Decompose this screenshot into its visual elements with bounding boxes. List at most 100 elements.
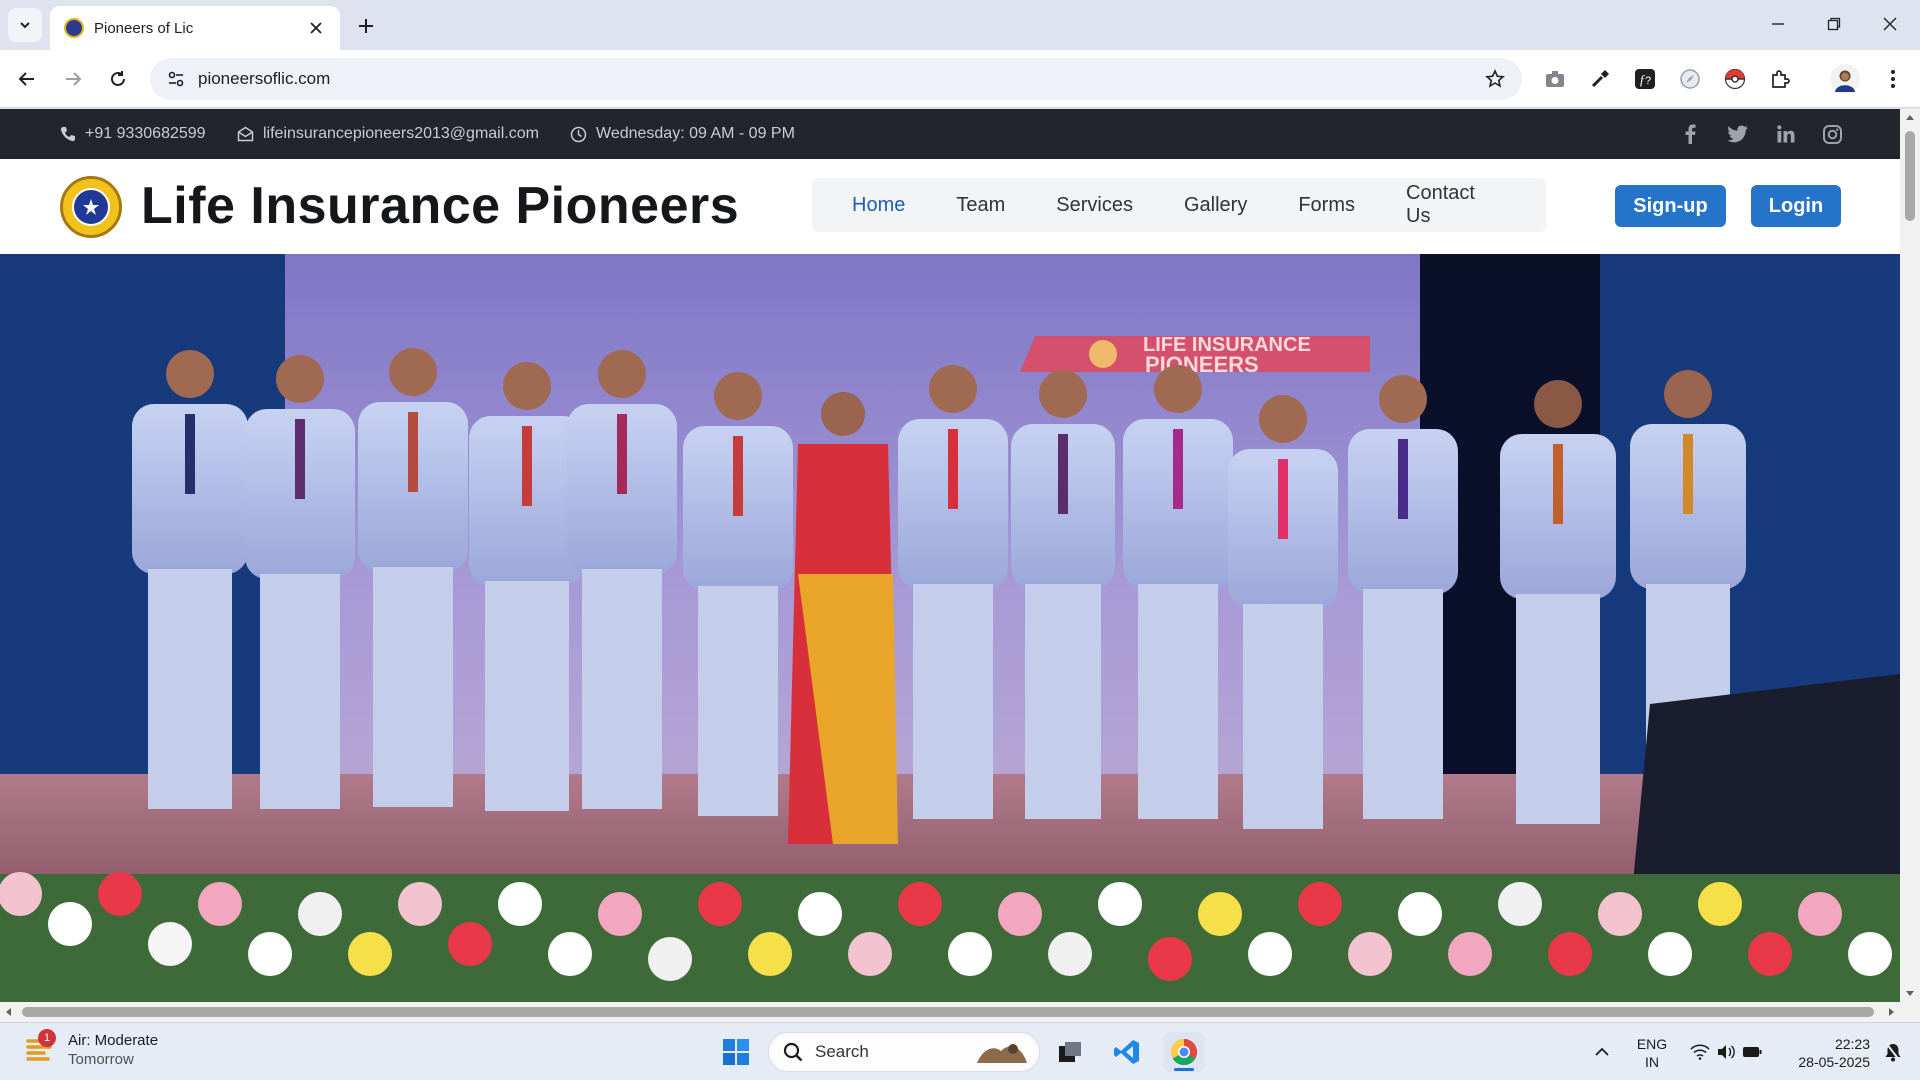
close-icon: [1883, 17, 1897, 31]
scroll-left-icon[interactable]: [4, 1007, 12, 1017]
site-info-icon[interactable]: [164, 67, 188, 91]
minimize-button[interactable]: [1754, 6, 1802, 42]
scroll-down-icon[interactable]: [1905, 990, 1915, 998]
battery-icon: [1743, 1047, 1762, 1057]
vertical-scroll-thumb[interactable]: [1905, 131, 1915, 221]
phone-contact[interactable]: +91 9330682599: [60, 109, 206, 159]
weather-subtitle: Tomorrow: [68, 1051, 134, 1068]
more-menu-icon[interactable]: [1878, 64, 1908, 94]
facebook-icon[interactable]: [1677, 121, 1703, 147]
chevron-up-icon: [1595, 1047, 1609, 1056]
flower-decoration: [0, 872, 1900, 1002]
volume-icon: [1718, 1045, 1735, 1059]
envelope-open-icon: [237, 126, 254, 142]
site-title[interactable]: Life Insurance Pioneers: [141, 176, 739, 236]
scroll-right-icon[interactable]: [1888, 1007, 1896, 1017]
signup-button[interactable]: Sign-up: [1615, 185, 1726, 227]
tab-title: Pioneers of Lic: [94, 19, 194, 37]
arrow-left-icon: [18, 72, 34, 86]
active-app-indicator: [1174, 1068, 1194, 1071]
close-window-button[interactable]: [1866, 6, 1914, 42]
eyedropper-extension-icon[interactable]: [1585, 64, 1615, 94]
menu-item-team[interactable]: Team: [956, 194, 1005, 217]
air-quality-icon: 1: [24, 1029, 58, 1067]
new-tab-button[interactable]: [352, 12, 380, 40]
login-button[interactable]: Login: [1751, 185, 1841, 227]
compass-extension-icon[interactable]: [1675, 64, 1705, 94]
browser-tab-active[interactable]: Pioneers of Lic: [50, 6, 340, 50]
page-viewport: +91 9330682599 lifeinsurancepioneers2013…: [0, 109, 1900, 1002]
pokeball-extension-icon[interactable]: [1720, 64, 1750, 94]
weather-widget[interactable]: 1 Air: Moderate Tomorrow: [24, 1029, 159, 1069]
forward-button[interactable]: [56, 62, 90, 96]
taskbar-search[interactable]: Search: [768, 1032, 1040, 1072]
weather-badge: 1: [38, 1029, 56, 1047]
horizontal-scrollbar[interactable]: [0, 1002, 1920, 1022]
hours-info: Wednesday: 09 AM - 09 PM: [570, 109, 795, 159]
site-favicon-icon: [64, 18, 84, 38]
weather-title: Air: Moderate: [68, 1032, 159, 1049]
logo-emblem-icon: [72, 188, 110, 226]
start-button[interactable]: [716, 1032, 756, 1072]
chrome-icon: [1170, 1038, 1198, 1066]
email-contact[interactable]: lifeinsurancepioneers2013@gmail.com: [237, 109, 539, 159]
twitter-icon[interactable]: [1725, 121, 1751, 147]
tab-search-button[interactable]: [8, 8, 42, 42]
clock[interactable]: 22:23 28-05-2025: [1780, 1035, 1870, 1071]
language-code: ENG: [1636, 1036, 1668, 1052]
vertical-scrollbar[interactable]: [1900, 109, 1920, 1002]
vscode-taskbar-button[interactable]: [1107, 1032, 1147, 1072]
system-tray-status[interactable]: [1686, 1032, 1766, 1072]
reload-button[interactable]: [101, 62, 135, 96]
site-logo[interactable]: [60, 176, 122, 238]
linkedin-icon[interactable]: [1773, 121, 1799, 147]
minimize-icon: [1772, 23, 1784, 25]
menu-item-forms[interactable]: Forms: [1298, 194, 1355, 217]
notification-bell-icon: [1885, 1042, 1901, 1062]
back-button[interactable]: [10, 62, 44, 96]
browser-toolbar: pioneersoflic.com f?: [0, 50, 1920, 108]
phone-icon: [60, 127, 75, 142]
stage-photo: LIFE INSURANCE PIONEERS: [0, 254, 1900, 1002]
instagram-icon[interactable]: [1819, 121, 1845, 147]
screenshot-extension-icon[interactable]: [1540, 64, 1570, 94]
show-hidden-icons-button[interactable]: [1582, 1032, 1622, 1072]
region-code: IN: [1645, 1054, 1659, 1070]
clock-time: 22:23: [1834, 1036, 1870, 1052]
working-hours: Wednesday: 09 AM - 09 PM: [596, 125, 795, 142]
plus-icon: [359, 19, 373, 33]
scroll-up-icon[interactable]: [1905, 113, 1915, 121]
menu-item-gallery[interactable]: Gallery: [1184, 194, 1247, 217]
menu-item-home[interactable]: Home: [852, 194, 905, 217]
profile-avatar[interactable]: [1830, 64, 1860, 94]
clock-date: 28-05-2025: [1798, 1054, 1870, 1070]
restore-button[interactable]: [1810, 6, 1858, 42]
main-menu: Home Team Services Gallery Forms Contact…: [812, 178, 1546, 232]
wifi-icon: [1690, 1044, 1710, 1060]
browser-tabstrip: Pioneers of Lic: [0, 0, 1920, 50]
contact-bar: +91 9330682599 lifeinsurancepioneers2013…: [0, 109, 1900, 159]
svg-text:?: ?: [1645, 75, 1651, 87]
site-header: Life Insurance Pioneers Home Team Servic…: [0, 159, 1900, 254]
search-highlight-icon: [977, 1044, 1027, 1063]
font-extension-icon[interactable]: f?: [1630, 64, 1660, 94]
address-bar[interactable]: pioneersoflic.com: [150, 58, 1522, 100]
close-tab-icon[interactable]: [306, 18, 326, 38]
restore-icon: [1827, 17, 1841, 31]
chrome-taskbar-button[interactable]: [1164, 1032, 1204, 1072]
menu-item-services[interactable]: Services: [1056, 194, 1133, 217]
vscode-icon: [1114, 1040, 1139, 1064]
bookmark-star-icon[interactable]: [1482, 66, 1508, 92]
chevron-down-icon: [20, 22, 30, 29]
horizontal-scroll-thumb[interactable]: [22, 1007, 1874, 1017]
reload-icon: [111, 71, 125, 86]
extensions-puzzle-icon[interactable]: [1765, 64, 1795, 94]
task-view-button[interactable]: [1050, 1032, 1090, 1072]
menu-item-contact-us[interactable]: Contact Us: [1406, 182, 1495, 228]
notifications-button[interactable]: [1876, 1032, 1910, 1072]
windows-logo-icon: [723, 1039, 749, 1065]
task-view-icon: [1059, 1042, 1081, 1062]
language-indicator[interactable]: ENG IN: [1632, 1035, 1672, 1071]
windows-taskbar: 1 Air: Moderate Tomorrow Search ENG IN 2…: [0, 1022, 1920, 1080]
email-address: lifeinsurancepioneers2013@gmail.com: [263, 125, 539, 142]
